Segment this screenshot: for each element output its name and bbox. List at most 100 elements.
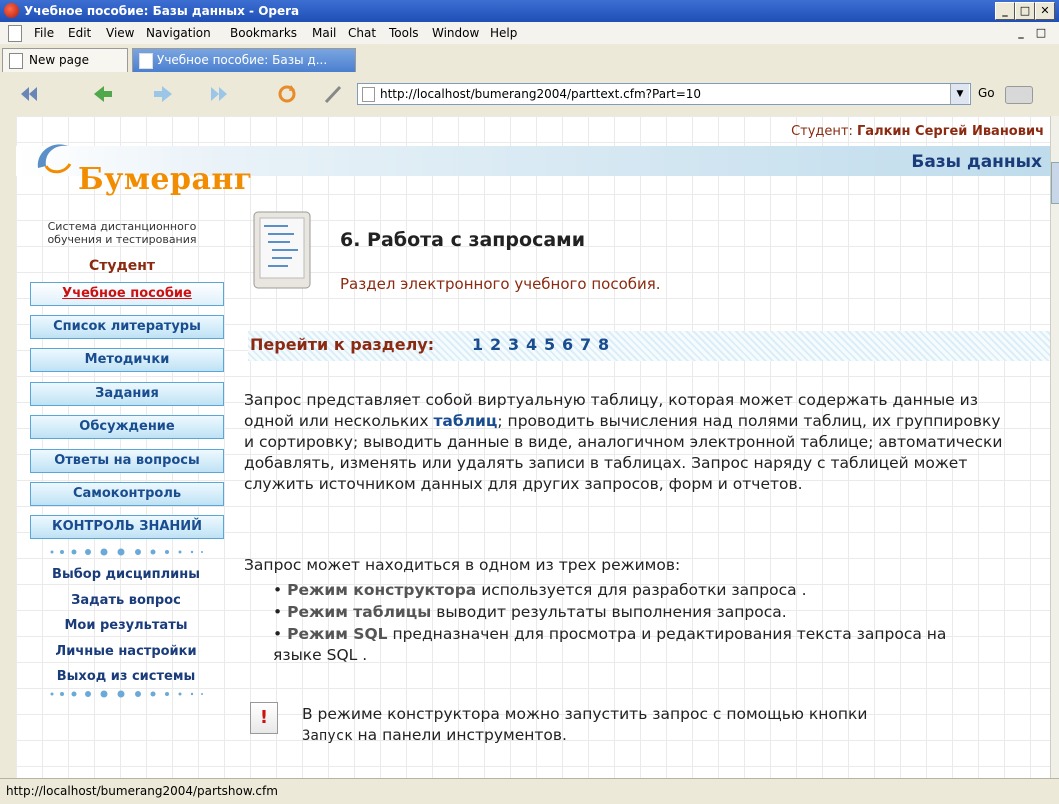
scroll-thumb[interactable] <box>1051 162 1059 204</box>
bullet-term: Режим SQL <box>287 625 388 643</box>
vertical-scrollbar[interactable] <box>1050 116 1059 778</box>
role-label: Студент <box>88 258 156 274</box>
page-subtitle: Раздел электронного учебного пособия. <box>340 275 661 293</box>
page-icon <box>362 87 375 102</box>
section-link-8[interactable]: 8 <box>598 335 609 354</box>
goto-label: Перейти к разделу: <box>250 335 435 354</box>
chevron-down-icon[interactable]: ▼ <box>950 84 969 104</box>
sidebar-item-manuals[interactable]: Методички <box>30 348 224 372</box>
tagline-line2: обучения и тестирования <box>47 233 197 246</box>
section-link-3[interactable]: 3 <box>508 335 519 354</box>
go-button[interactable]: Go <box>978 86 995 100</box>
note-end: на панели инструментов. <box>352 726 567 744</box>
sidebar-item-textbook[interactable]: Учебное пособие <box>30 282 224 306</box>
sidebar-link-ask-question[interactable]: Задать вопрос <box>30 593 222 608</box>
browser-window: Учебное пособие: Базы данных - Opera _ □… <box>0 0 1059 804</box>
list-item: • Режим SQL предназначен для просмотра и… <box>273 625 947 664</box>
sidebar-link-my-results[interactable]: Мои результаты <box>30 618 222 633</box>
wand-icon[interactable] <box>322 83 344 105</box>
bullet-term: Режим конструктора <box>287 581 477 599</box>
page-icon <box>9 53 23 69</box>
paragraph-1: Запрос представляет собой виртуальную та… <box>244 390 1012 495</box>
menu-file[interactable]: File <box>34 26 54 40</box>
sidebar-item-discussion[interactable]: Обсуждение <box>30 415 224 439</box>
menu-navigation[interactable]: Navigation <box>146 26 211 40</box>
menu-bar: File Edit View Navigation Bookmarks Mail… <box>0 22 1059 45</box>
close-button[interactable]: ✕ <box>1035 2 1055 20</box>
tagline: Система дистанционного обучения и тестир… <box>16 220 228 246</box>
tab-label: New page <box>29 53 89 67</box>
panel-edge <box>0 116 16 778</box>
list-item: • Режим таблицы выводит результаты выпол… <box>273 603 787 621</box>
page-icon <box>8 25 22 42</box>
warning-icon: ! <box>250 702 278 734</box>
doc-minimize-button[interactable]: _ <box>1012 25 1030 41</box>
address-url: http://localhost/bumerang2004/parttext.c… <box>380 87 702 101</box>
camera-icon[interactable] <box>1005 86 1033 104</box>
menu-edit[interactable]: Edit <box>68 26 91 40</box>
page-content: Студент: Галкин Сергей Иванович Базы дан… <box>16 116 1050 778</box>
window-title: Учебное пособие: Базы данных - Opera <box>24 4 300 18</box>
section-link-5[interactable]: 5 <box>544 335 555 354</box>
section-link-1[interactable]: 1 <box>472 335 483 354</box>
section-link-6[interactable]: 6 <box>562 335 573 354</box>
address-field[interactable]: http://localhost/bumerang2004/parttext.c… <box>357 83 971 105</box>
sidebar-link-personal-settings[interactable]: Личные настройки <box>30 644 222 659</box>
rewind-icon[interactable] <box>18 83 40 105</box>
section-link-2[interactable]: 2 <box>490 335 501 354</box>
bullet-text: используется для разработки запроса . <box>476 581 807 599</box>
logo: Бумеранг <box>78 162 253 197</box>
list-item: • Режим конструктора используется для ра… <box>273 581 807 599</box>
minimize-button[interactable]: _ <box>995 2 1015 20</box>
menu-tools[interactable]: Tools <box>389 26 419 40</box>
bullet-text: выводит результаты выполнения запроса. <box>431 603 787 621</box>
fast-forward-icon[interactable] <box>208 83 230 105</box>
section-link-4[interactable]: 4 <box>526 335 537 354</box>
doc-restore-button[interactable]: □ <box>1032 25 1050 41</box>
back-icon[interactable] <box>92 83 114 105</box>
sidebar-item-knowledge-control[interactable]: КОНТРОЛЬ ЗНАНИЙ <box>30 515 224 539</box>
tab-new-page[interactable]: New page <box>2 48 128 72</box>
boomerang-logo-icon <box>37 144 72 174</box>
divider-dots-icon <box>50 548 203 556</box>
page-title: 6. Работа с запросами <box>340 229 586 251</box>
note-code: Запуск <box>302 728 353 744</box>
status-bar: http://localhost/bumerang2004/partshow.c… <box>0 778 1059 804</box>
title-bar: Учебное пособие: Базы данных - Opera _ □… <box>0 0 1059 22</box>
tables-link[interactable]: таблиц <box>433 412 497 430</box>
reload-icon[interactable] <box>276 83 298 105</box>
sidebar-item-bibliography[interactable]: Список литературы <box>30 315 224 339</box>
course-title: Базы данных <box>911 152 1042 172</box>
menu-chat[interactable]: Chat <box>348 26 376 40</box>
student-label: Студент: <box>791 124 853 139</box>
bullet-term: Режим таблицы <box>287 603 432 621</box>
tab-active[interactable]: Учебное пособие: Базы д... <box>132 48 356 72</box>
tab-label: Учебное пособие: Базы д... <box>157 53 328 67</box>
sidebar-item-answers[interactable]: Ответы на вопросы <box>30 449 224 473</box>
menu-help[interactable]: Help <box>490 26 517 40</box>
note-start: В режиме конструктора можно запустить за… <box>302 705 868 723</box>
tagline-line1: Система дистанционного <box>47 220 197 233</box>
divider-dots-icon <box>50 690 203 698</box>
student-info: Студент: Галкин Сергей Иванович <box>791 124 1044 139</box>
student-name: Галкин Сергей Иванович <box>857 124 1044 139</box>
sidebar-link-logout[interactable]: Выход из системы <box>30 669 222 684</box>
opera-icon <box>4 3 19 18</box>
textbook-icon <box>253 211 311 289</box>
status-text: http://localhost/bumerang2004/partshow.c… <box>6 784 278 798</box>
sidebar-link-choose-discipline[interactable]: Выбор дисциплины <box>30 567 222 582</box>
menu-bookmarks[interactable]: Bookmarks <box>230 26 297 40</box>
menu-mail[interactable]: Mail <box>312 26 336 40</box>
sidebar-item-self-control[interactable]: Самоконтроль <box>30 482 224 506</box>
navigation-bar: http://localhost/bumerang2004/parttext.c… <box>0 72 1059 117</box>
paragraph-2: Запрос может находиться в одном из трех … <box>244 556 681 574</box>
menu-view[interactable]: View <box>106 26 134 40</box>
note-text: В режиме конструктора можно запустить за… <box>302 704 1002 747</box>
tab-bar: New page Учебное пособие: Базы д... <box>0 44 1059 73</box>
sidebar-item-assignments[interactable]: Задания <box>30 382 224 406</box>
page-icon <box>139 53 153 69</box>
menu-window[interactable]: Window <box>432 26 479 40</box>
forward-icon[interactable] <box>152 83 174 105</box>
section-link-7[interactable]: 7 <box>580 335 591 354</box>
maximize-button[interactable]: □ <box>1015 2 1035 20</box>
